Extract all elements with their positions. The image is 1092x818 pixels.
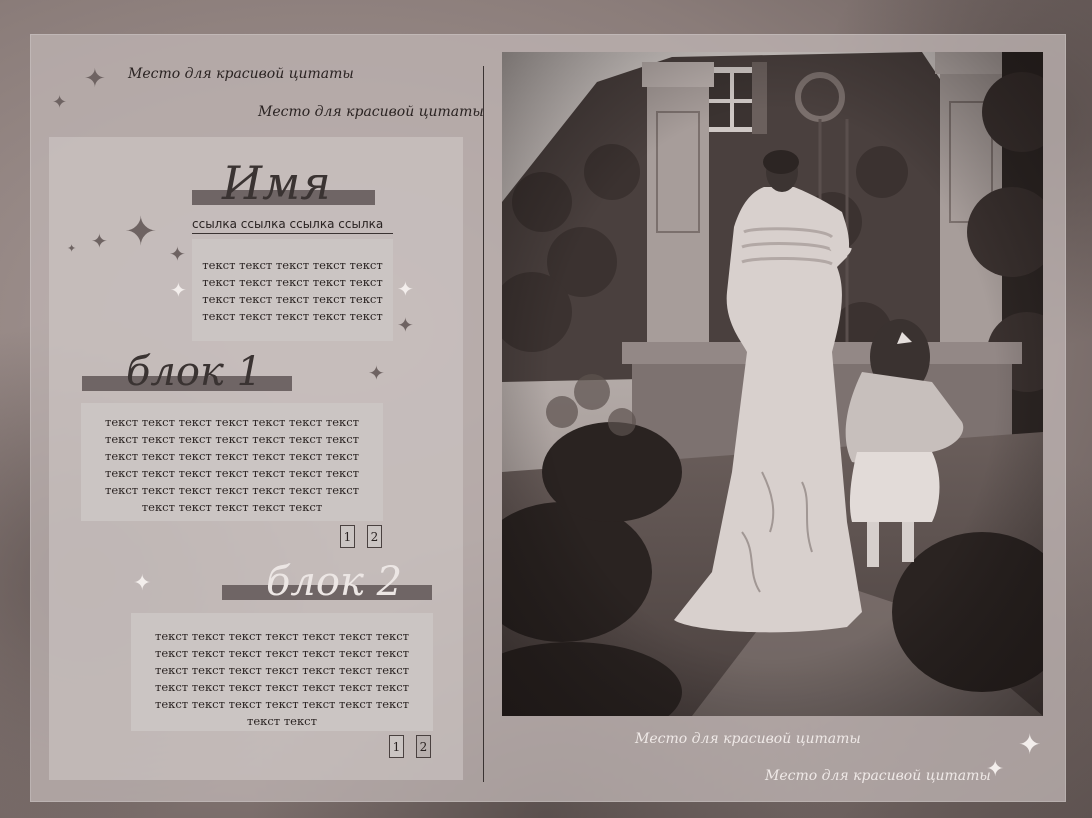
sparkle-icon: ✦ <box>397 313 414 337</box>
sparkle-icon: ✦ <box>986 757 1005 782</box>
sparkle-icon: ✦ <box>169 242 186 266</box>
sparkle-icon: ✦ <box>397 277 414 301</box>
quote-bottom-2: Место для красивой цитаты <box>765 768 991 784</box>
vertical-divider <box>483 66 484 782</box>
sparkle-icon: ✦ <box>67 242 77 255</box>
block1-page-2-button[interactable]: 2 <box>367 525 382 548</box>
sparkle-icon: ✦ <box>124 209 158 255</box>
sparkle-icon: ✦ <box>91 229 108 253</box>
block2-pager: 1 2 <box>389 735 431 758</box>
photo-illustration <box>502 52 1043 716</box>
sparkle-icon: ✦ <box>133 571 152 596</box>
sparkle-icon: ✦ <box>368 361 385 385</box>
sparkle-icon: ✦ <box>84 64 106 94</box>
name-heading: Имя <box>222 156 331 210</box>
bio-textbox: текст текст текст текст текст текст текс… <box>192 239 393 341</box>
block2-page-1-button[interactable]: 1 <box>389 735 404 758</box>
block1-textbox: текст текст текст текст текст текст текс… <box>81 403 383 521</box>
block1-pager: 1 2 <box>340 525 382 548</box>
sparkle-icon: ✦ <box>170 278 187 302</box>
block1-heading: блок 1 <box>126 349 263 395</box>
quote-top-2: Место для красивой цитаты <box>258 104 484 120</box>
block2-heading: блок 2 <box>266 559 403 605</box>
sparkle-icon: ✦ <box>52 92 68 113</box>
quote-top-1: Место для красивой цитаты <box>128 66 354 82</box>
vintage-photo <box>502 52 1043 716</box>
block1-page-1-button[interactable]: 1 <box>340 525 355 548</box>
block2-textbox: текст текст текст текст текст текст текс… <box>131 613 433 731</box>
block2-page-2-button[interactable]: 2 <box>416 735 431 758</box>
quote-bottom-1: Место для красивой цитаты <box>635 731 861 747</box>
sparkle-icon: ✦ <box>1018 728 1042 761</box>
profile-links[interactable]: ссылка ссылка ссылка ссылка <box>192 217 393 234</box>
